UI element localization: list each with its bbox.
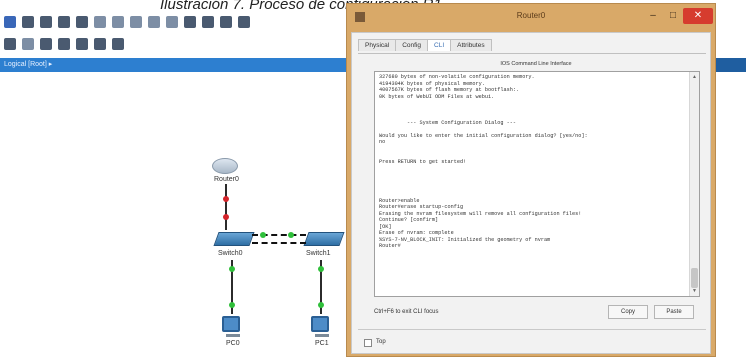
open-file-icon[interactable] <box>22 16 34 28</box>
tab-physical[interactable]: Physical <box>358 39 397 51</box>
zoom-reset-icon[interactable] <box>148 16 160 28</box>
switch1-device[interactable] <box>303 232 345 246</box>
tab-attributes[interactable]: Attributes <box>450 39 492 51</box>
cli-header: IOS Command Line Interface <box>500 61 572 67</box>
draw-icon[interactable] <box>76 38 88 50</box>
add-complex-pdu-icon[interactable] <box>112 38 124 50</box>
router-device[interactable] <box>212 158 238 174</box>
custom-device-icon[interactable] <box>202 16 214 28</box>
top-checkbox[interactable] <box>364 339 372 347</box>
save-icon[interactable] <box>40 16 52 28</box>
add-pdu-icon[interactable] <box>94 38 106 50</box>
tab-cli[interactable]: CLI <box>427 39 452 51</box>
main-toolbar <box>4 16 250 28</box>
breadcrumb[interactable]: Logical [Root] ▸ <box>4 60 52 68</box>
select-icon[interactable] <box>4 38 16 50</box>
router-config-window: Router0 – □ ✕ Physical Config CLI Attrib… <box>346 3 716 357</box>
footer-divider <box>358 329 706 330</box>
router-switch-link <box>225 184 227 230</box>
crossover-link <box>252 242 306 244</box>
paste-button[interactable]: Paste <box>654 305 694 319</box>
terminal-line: Router# <box>379 243 401 249</box>
link-status-dot-up <box>260 232 266 238</box>
note-icon[interactable] <box>22 38 34 50</box>
drawing-palette-icon[interactable] <box>184 16 196 28</box>
delete-icon[interactable] <box>40 38 52 50</box>
print-icon[interactable] <box>58 16 70 28</box>
window-client-area: Physical Config CLI Attributes IOS Comma… <box>351 32 711 354</box>
copy-button[interactable]: Copy <box>608 305 648 319</box>
link-status-dot-up <box>288 232 294 238</box>
link-status-dot-up <box>229 266 235 272</box>
tab-config[interactable]: Config <box>395 39 429 51</box>
top-checkbox-label: Top <box>376 339 386 345</box>
switch1-label: Switch1 <box>306 250 331 257</box>
pc0-device[interactable] <box>222 316 240 337</box>
pc1-device[interactable] <box>311 316 329 337</box>
tab-bar: Physical Config CLI Attributes <box>358 39 492 51</box>
inspect-icon[interactable] <box>58 38 70 50</box>
scroll-up-arrow-icon[interactable]: ▲ <box>692 74 697 80</box>
workspace-bar-right <box>716 58 746 72</box>
pc0-label: PC0 <box>226 340 240 347</box>
link-status-dot-up <box>229 302 235 308</box>
viewport-icon[interactable] <box>220 16 232 28</box>
link-status-dot-up <box>318 266 324 272</box>
maximize-button[interactable]: □ <box>665 8 681 24</box>
secondary-toolbar <box>4 38 124 50</box>
redo-icon[interactable] <box>112 16 124 28</box>
link-status-dot-up <box>318 302 324 308</box>
wizard-icon[interactable] <box>76 16 88 28</box>
cli-focus-hint: Ctrl+F6 to exit CLI focus <box>374 309 439 315</box>
grid-icon[interactable] <box>238 16 250 28</box>
scrollbar-thumb[interactable] <box>691 268 698 288</box>
cli-terminal[interactable]: 327680 bytes of non-volatile configurati… <box>374 71 700 297</box>
terminal-scrollbar[interactable]: ▲ ▼ <box>689 72 699 296</box>
link-status-dot-down <box>223 214 229 220</box>
link-status-dot-down <box>223 196 229 202</box>
zoom-out-icon[interactable] <box>166 16 178 28</box>
switch0-device[interactable] <box>213 232 255 246</box>
undo-icon[interactable] <box>94 16 106 28</box>
zoom-in-icon[interactable] <box>130 16 142 28</box>
terminal-output[interactable]: 327680 bytes of non-volatile configurati… <box>379 74 685 250</box>
tab-divider <box>358 53 706 54</box>
new-file-icon[interactable] <box>4 16 16 28</box>
minimize-button[interactable]: – <box>643 8 663 24</box>
switch0-label: Switch0 <box>218 250 243 257</box>
close-button[interactable]: ✕ <box>683 8 713 24</box>
pc1-label: PC1 <box>315 340 329 347</box>
scroll-down-arrow-icon[interactable]: ▼ <box>692 288 697 294</box>
window-titlebar[interactable]: Router0 – □ ✕ <box>347 4 715 30</box>
router-label: Router0 <box>214 176 239 183</box>
